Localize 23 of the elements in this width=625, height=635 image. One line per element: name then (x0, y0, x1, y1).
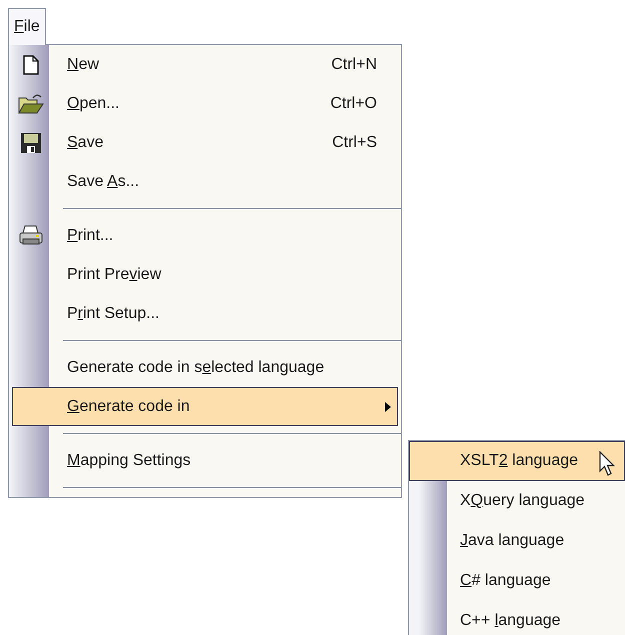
menu-item[interactable]: Open... Ctrl+O (12, 84, 398, 123)
menu-item[interactable]: Mapping Settings (12, 441, 398, 480)
menu-item[interactable]: Save As... (12, 162, 398, 201)
cursor-icon (599, 451, 615, 477)
menu-item[interactable]: Generate code in selected language (12, 348, 398, 387)
menu-bar-item[interactable]: File (8, 8, 46, 45)
shortcut-label: Ctrl+O (330, 94, 377, 114)
submenu-item[interactable]: C++ language (409, 601, 625, 635)
printer-icon (19, 224, 43, 246)
submenu-item[interactable]: C# language (409, 561, 625, 601)
submenu-item[interactable]: XSLT2 language (409, 441, 625, 481)
submenu-item[interactable]: XQuery language (409, 481, 625, 521)
menu-item[interactable]: Print Setup... (12, 294, 398, 333)
menu-item[interactable]: Print... (12, 216, 398, 255)
menu-item[interactable]: New Ctrl+N (12, 45, 398, 84)
submenu-item[interactable]: Java language (409, 521, 625, 561)
folder-icon (18, 92, 44, 114)
menu-item[interactable]: Generate code in (12, 387, 398, 426)
menu-item[interactable]: Print Preview (12, 255, 398, 294)
document-icon (23, 54, 39, 74)
shortcut-label: Ctrl+N (331, 54, 377, 74)
menu-item[interactable]: Save Ctrl+S (12, 123, 398, 162)
shortcut-label: Ctrl+S (332, 132, 377, 152)
